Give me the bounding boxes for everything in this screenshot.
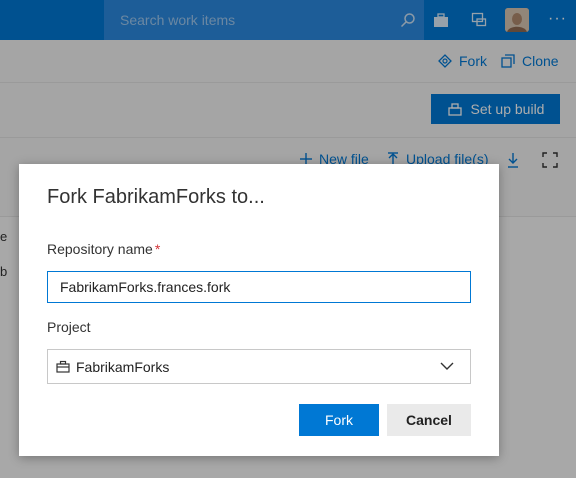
required-indicator: * <box>154 241 161 257</box>
repository-name-input[interactable] <box>47 271 471 303</box>
fork-dialog: Fork FabrikamForks to... Repository name… <box>19 164 499 456</box>
cancel-button[interactable]: Cancel <box>387 404 471 436</box>
chevron-down-icon <box>440 362 454 370</box>
project-label: Project <box>47 319 91 335</box>
dialog-title: Fork FabrikamForks to... <box>47 186 265 208</box>
project-select[interactable]: FabrikamForks <box>47 349 471 384</box>
repository-name-label-text: Repository name <box>47 241 153 257</box>
repository-name-label: Repository name * <box>47 241 160 257</box>
project-select-value: FabrikamForks <box>76 358 170 375</box>
fork-button[interactable]: Fork <box>299 404 379 436</box>
project-icon <box>56 360 70 373</box>
